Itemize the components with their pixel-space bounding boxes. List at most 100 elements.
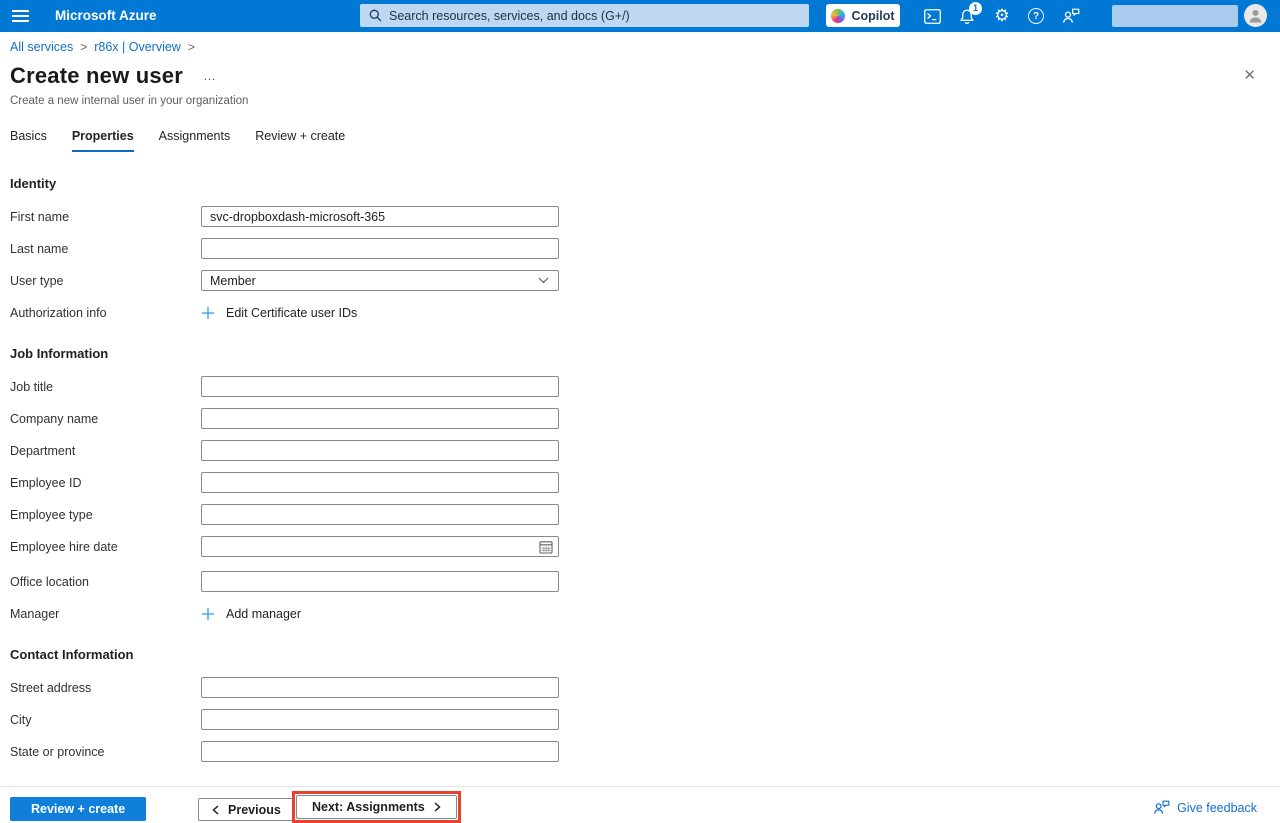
first-name-input[interactable] — [201, 206, 559, 227]
copilot-label: Copilot — [851, 9, 894, 23]
field-label: City — [10, 713, 201, 727]
review-create-button[interactable]: Review + create — [10, 797, 146, 821]
job-title-input[interactable] — [201, 376, 559, 397]
chevron-down-icon — [538, 277, 549, 284]
hamburger-menu-button[interactable] — [6, 6, 34, 26]
office-location-input[interactable] — [201, 571, 559, 592]
global-search-input[interactable] — [389, 9, 800, 23]
add-manager-link[interactable]: Add manager — [201, 607, 301, 621]
field-label: State or province — [10, 745, 201, 759]
help-button[interactable]: ? — [1023, 5, 1049, 27]
form-row: Employee ID — [10, 472, 650, 493]
page-subtitle: Create a new internal user in your organ… — [10, 95, 248, 107]
section-heading-identity: Identity — [10, 176, 650, 191]
form-row: Job title — [10, 376, 650, 397]
street-address-input[interactable] — [201, 677, 559, 698]
employee-hire-date-field[interactable] — [201, 536, 559, 557]
close-icon[interactable]: ✕ — [1243, 68, 1256, 83]
tab-basics[interactable]: Basics — [10, 129, 47, 152]
last-name-input[interactable] — [201, 238, 559, 259]
field-label: Company name — [10, 412, 201, 426]
form-row: Company name — [10, 408, 650, 429]
settings-button[interactable]: ⚙ — [989, 5, 1015, 27]
form-row: Last name — [10, 238, 650, 259]
bell-icon: 1 — [959, 8, 975, 25]
global-search-box[interactable] — [360, 4, 809, 27]
previous-button[interactable]: Previous — [198, 798, 295, 821]
identity-section: Identity First name Last name User type … — [10, 176, 650, 323]
user-type-select[interactable]: Member — [201, 270, 559, 291]
chevron-left-icon — [212, 805, 219, 815]
field-label: Street address — [10, 681, 201, 695]
tab-assignments[interactable]: Assignments — [159, 129, 231, 152]
next-label: Next: Assignments — [312, 800, 425, 814]
city-input[interactable] — [201, 709, 559, 730]
company-name-input[interactable] — [201, 408, 559, 429]
employee-type-input[interactable] — [201, 504, 559, 525]
form-row: Department — [10, 440, 650, 461]
department-input[interactable] — [201, 440, 559, 461]
field-label: Employee hire date — [10, 540, 201, 554]
edit-certificate-user-ids-link[interactable]: Edit Certificate user IDs — [201, 306, 357, 320]
job-information-section: Job Information Job title Company name D… — [10, 346, 650, 624]
field-label: Department — [10, 444, 201, 458]
form-row: Employee hire date — [10, 536, 650, 557]
notification-badge: 1 — [969, 2, 982, 15]
calendar-icon[interactable] — [539, 540, 553, 554]
page-header: Create new user … Create a new internal u… — [10, 63, 248, 107]
feedback-icon — [1153, 800, 1170, 815]
contact-information-section: Contact Information Street address City … — [10, 647, 650, 762]
field-label: Job title — [10, 380, 201, 394]
help-icon: ? — [1028, 8, 1044, 24]
notifications-button[interactable]: 1 — [954, 5, 980, 27]
copilot-icon — [831, 9, 845, 23]
user-type-value: Member — [210, 274, 256, 288]
tab-review-create[interactable]: Review + create — [255, 129, 345, 152]
give-feedback-link[interactable]: Give feedback — [1153, 800, 1257, 815]
form-row: State or province — [10, 741, 650, 762]
search-icon — [369, 9, 382, 22]
avatar[interactable] — [1244, 4, 1267, 27]
link-label: Edit Certificate user IDs — [226, 306, 357, 320]
field-label: First name — [10, 210, 201, 224]
breadcrumb: All services > r86x | Overview > — [10, 40, 195, 54]
tab-properties[interactable]: Properties — [72, 129, 134, 152]
plus-icon — [201, 306, 215, 320]
field-label: Authorization info — [10, 306, 201, 320]
section-heading-job-information: Job Information — [10, 346, 650, 361]
breadcrumb-separator: > — [80, 40, 87, 54]
field-label: Office location — [10, 575, 201, 589]
field-label: Employee ID — [10, 476, 201, 490]
employee-hire-date-input[interactable] — [210, 540, 539, 554]
azure-brand-title: Microsoft Azure — [55, 0, 157, 32]
form-row: Office location — [10, 571, 650, 592]
feedback-button[interactable] — [1058, 5, 1084, 27]
form-row: City — [10, 709, 650, 730]
chevron-right-icon — [434, 802, 441, 812]
field-label: Last name — [10, 242, 201, 256]
properties-form: Identity First name Last name User type … — [10, 176, 650, 785]
page-title: Create new user — [10, 63, 183, 88]
give-feedback-label: Give feedback — [1177, 801, 1257, 815]
form-row: Street address — [10, 677, 650, 698]
person-icon — [1248, 8, 1263, 23]
account-info-redacted[interactable] — [1112, 5, 1238, 27]
wizard-tabs: Basics Properties Assignments Review + c… — [10, 129, 345, 152]
field-label: Employee type — [10, 508, 201, 522]
next-assignments-button[interactable]: Next: Assignments — [296, 795, 457, 819]
state-or-province-input[interactable] — [201, 741, 559, 762]
wizard-footer-bar: Review + create Previous Next: Assignmen… — [0, 786, 1280, 823]
more-options-icon[interactable]: … — [203, 68, 217, 83]
gear-icon: ⚙ — [994, 8, 1009, 25]
form-row: Manager Add manager — [10, 603, 650, 624]
breadcrumb-all-services[interactable]: All services — [10, 40, 73, 54]
copilot-button[interactable]: Copilot — [826, 4, 900, 27]
employee-id-input[interactable] — [201, 472, 559, 493]
cloud-shell-button[interactable] — [919, 5, 945, 27]
feedback-icon — [1062, 8, 1080, 24]
form-row: User type Member — [10, 270, 650, 291]
form-row: Authorization info Edit Certificate user… — [10, 302, 650, 323]
breadcrumb-r86x-overview[interactable]: r86x | Overview — [94, 40, 181, 54]
field-label: Manager — [10, 607, 201, 621]
form-row: Employee type — [10, 504, 650, 525]
